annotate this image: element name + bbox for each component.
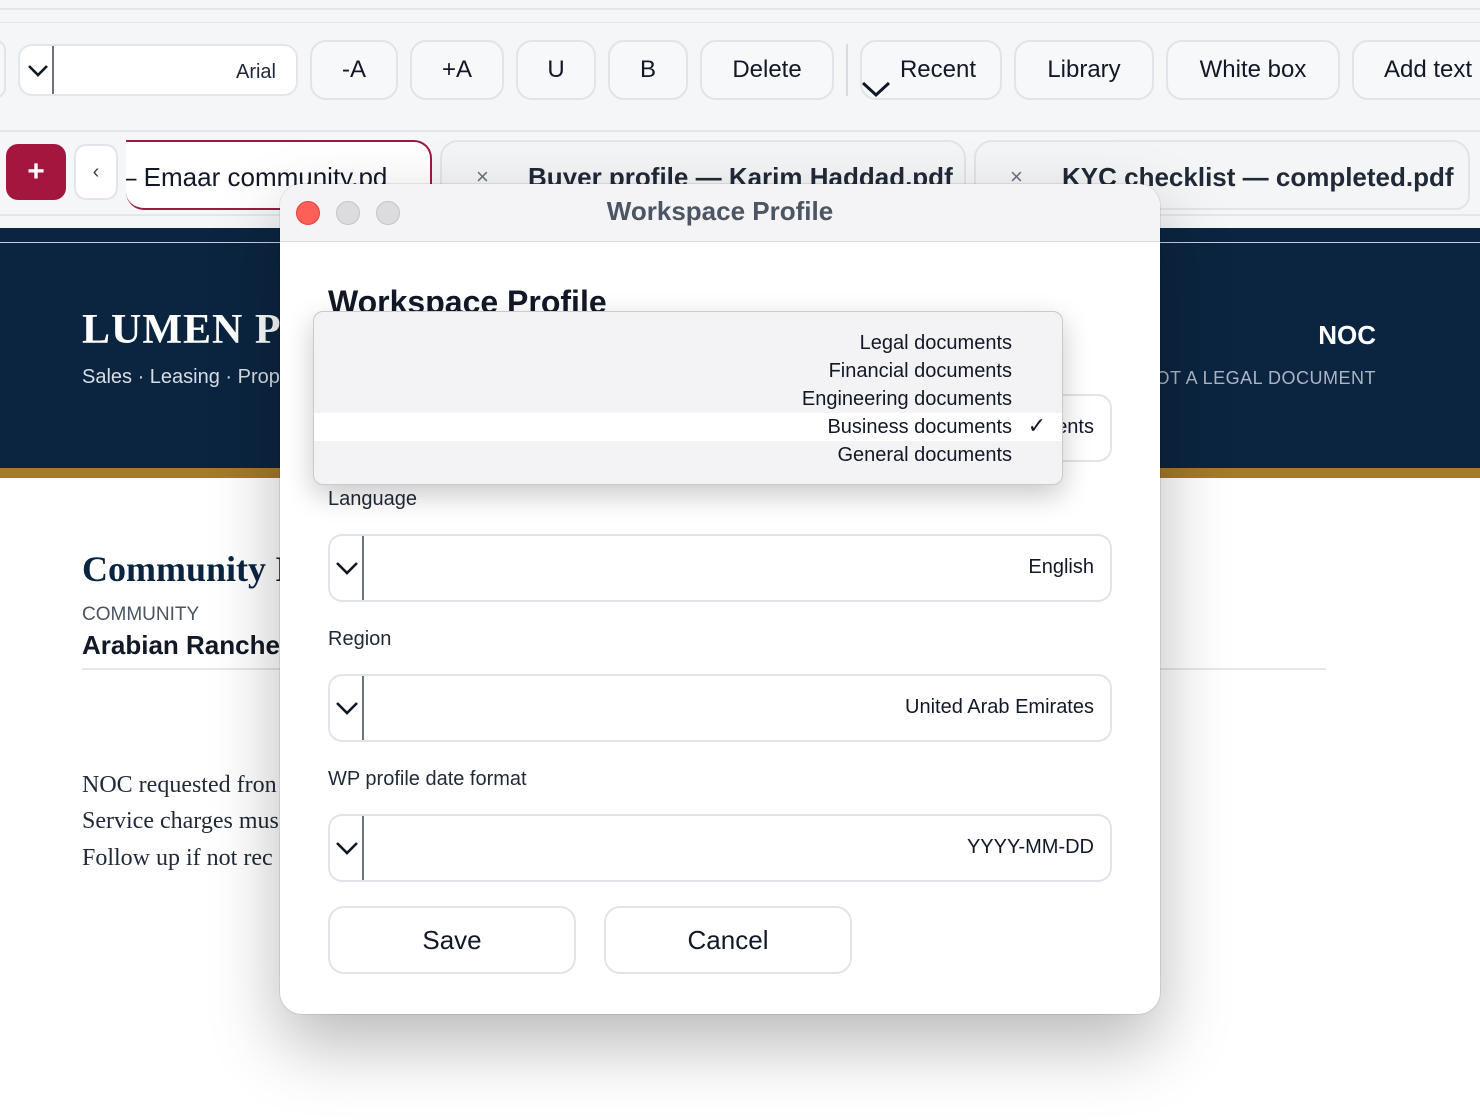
cancel-button[interactable]: Cancel (604, 906, 852, 974)
company-tagline: Sales · Leasing · Prop (82, 366, 280, 388)
company-brand: LUMEN PI (82, 307, 299, 353)
save-button[interactable]: Save (328, 906, 576, 974)
menu-item-label: Financial documents (828, 360, 1012, 382)
language-label: Language (328, 488, 417, 510)
decrease-font-button[interactable]: -A (310, 40, 398, 100)
add-text-button[interactable]: Add text (1352, 40, 1480, 100)
font-family-value: Arial (235, 61, 276, 83)
formatting-toolbar: Arial -A +A U B Delete Recent Library Wh… (0, 40, 1480, 100)
menu-item-legal-documents[interactable]: Legal documents (314, 329, 1062, 357)
legal-disclaimer: OT A LEGAL DOCUMENT (1155, 368, 1376, 388)
menu-item-label: Legal documents (859, 332, 1012, 354)
region-select[interactable]: United Arab Emirates (328, 674, 1112, 742)
tab-scroll-left-button[interactable]: ‹ (74, 144, 118, 200)
menu-item-financial-documents[interactable]: Financial documents (314, 357, 1062, 385)
white-box-button[interactable]: White box (1166, 40, 1340, 100)
date-format-value: YYYY-MM-DD (966, 836, 1094, 858)
language-value: English (1028, 556, 1094, 578)
divider (0, 130, 1480, 132)
menu-item-general-documents[interactable]: General documents (314, 441, 1062, 469)
divider (0, 8, 1480, 10)
date-format-label: WP profile date format (328, 768, 527, 790)
document-type-menu: Legal documents Financial documents Engi… (313, 311, 1063, 485)
chevron-down-icon[interactable] (860, 78, 892, 100)
region-label: Region (328, 628, 392, 650)
document-text-line: Service charges mus (82, 808, 279, 834)
toolbar-separator (846, 44, 848, 96)
chevron-down-icon[interactable] (330, 536, 364, 600)
increase-font-button[interactable]: +A (410, 40, 504, 100)
community-value: Arabian Ranche (82, 630, 280, 660)
chevron-down-icon[interactable] (330, 676, 364, 740)
document-heading: Community I (82, 549, 290, 589)
top-toolbar-band: Arial -A +A U B Delete Recent Library Wh… (0, 0, 1480, 120)
menu-item-label: Business documents (827, 416, 1012, 438)
community-label: COMMUNITY (82, 604, 200, 625)
menu-item-business-documents[interactable]: Business documents ✓ (314, 413, 1062, 441)
document-text-line: Follow up if not rec (82, 845, 273, 871)
chevron-down-icon[interactable] (20, 46, 54, 94)
date-format-select[interactable]: YYYY-MM-DD (328, 814, 1112, 882)
document-type-title: NOC (1318, 320, 1376, 350)
region-value: United Arab Emirates (905, 696, 1094, 718)
new-tab-button[interactable]: + (6, 144, 66, 200)
font-family-select[interactable]: Arial (18, 44, 298, 96)
chevron-down-icon[interactable] (330, 816, 364, 880)
bold-button[interactable]: B (608, 40, 688, 100)
recent-label: Recent (899, 56, 977, 83)
document-text-line: NOC requested fron (82, 772, 277, 798)
library-button[interactable]: Library (1014, 40, 1154, 100)
divider (0, 22, 1480, 23)
window-titlebar: Workspace Profile (280, 184, 1160, 242)
delete-button[interactable]: Delete (700, 40, 834, 100)
toolbar-overflow-button[interactable] (0, 40, 6, 98)
language-select[interactable]: English (328, 534, 1112, 602)
menu-item-engineering-documents[interactable]: Engineering documents (314, 385, 1062, 413)
underline-button[interactable]: U (516, 40, 596, 100)
menu-item-label: Engineering documents (801, 388, 1012, 410)
workspace-profile-dialog: Workspace Profile Workspace Profile ents… (280, 184, 1160, 1014)
menu-item-label: General documents (837, 444, 1012, 466)
checkmark-icon: ✓ (1027, 413, 1046, 438)
window-title: Workspace Profile (606, 196, 834, 226)
